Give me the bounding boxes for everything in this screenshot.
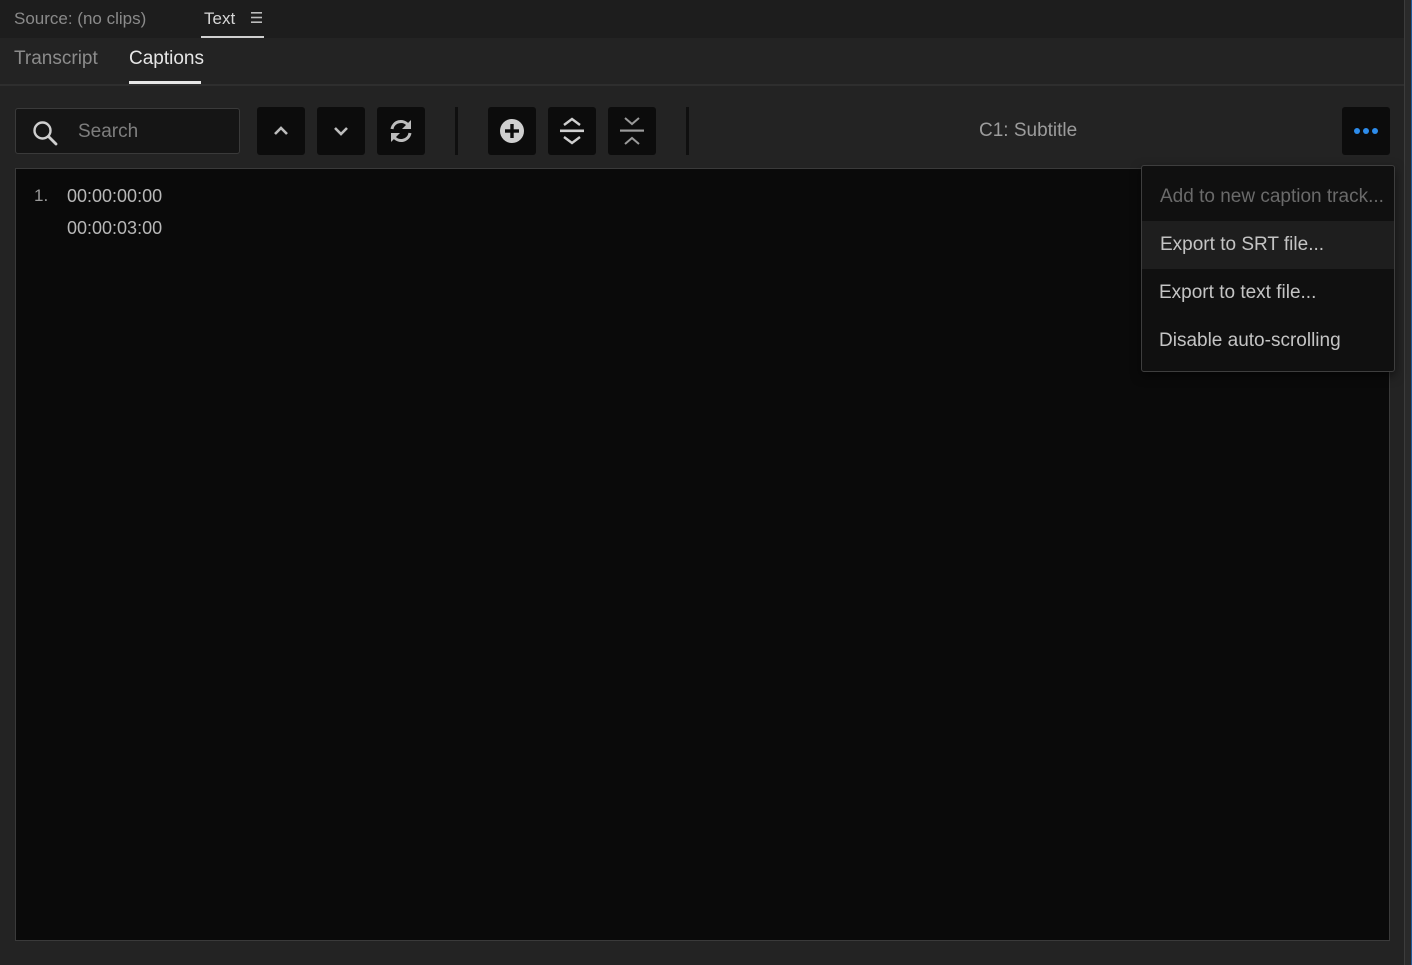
caption-in-timecode[interactable]: 00:00:00:00	[67, 186, 162, 207]
toolbar-divider	[455, 107, 458, 155]
tab-text-label: Text	[204, 9, 236, 28]
next-button[interactable]	[317, 107, 365, 155]
menu-item-disable-auto-scrolling[interactable]: Disable auto-scrolling	[1142, 317, 1394, 365]
search-box[interactable]	[15, 108, 240, 154]
panel-right-edge	[1404, 0, 1412, 965]
chevron-down-icon	[334, 127, 348, 136]
tab-transcript[interactable]: Transcript	[14, 48, 98, 70]
subtab-bar: Transcript Captions	[0, 38, 1404, 86]
more-options-menu: Add to new caption track... Export to SR…	[1141, 165, 1395, 372]
refresh-button[interactable]	[377, 107, 425, 155]
add-caption-icon	[500, 119, 524, 143]
tab-source-monitor[interactable]: Source: (no clips)	[14, 9, 146, 29]
more-options-button[interactable]	[1342, 107, 1390, 155]
active-tab-indicator	[129, 81, 201, 84]
ellipsis-icon	[1354, 128, 1378, 134]
panel-menu-icon[interactable]	[251, 12, 262, 23]
caption-out-timecode[interactable]: 00:00:03:00	[67, 218, 162, 239]
caption-track-label[interactable]: C1: Subtitle	[979, 120, 1077, 142]
panel-tab-bar: Source: (no clips) Text	[0, 0, 1404, 38]
menu-item-export-srt[interactable]: Export to SRT file...	[1142, 221, 1394, 269]
search-input[interactable]	[76, 117, 230, 147]
chevron-up-icon	[274, 126, 288, 135]
expand-icon	[560, 117, 584, 145]
menu-item-add-to-new-caption-track: Add to new caption track...	[1160, 186, 1384, 207]
toolbar-divider	[686, 107, 689, 155]
refresh-icon	[390, 120, 412, 142]
search-icon	[33, 121, 58, 146]
tab-text[interactable]: Text	[201, 0, 264, 38]
expand-button[interactable]	[548, 107, 596, 155]
caption-index: 1.	[34, 186, 49, 205]
tab-captions[interactable]: Captions	[129, 48, 204, 70]
add-caption-button[interactable]	[488, 107, 536, 155]
previous-button[interactable]	[257, 107, 305, 155]
collapse-button[interactable]	[608, 107, 656, 155]
collapse-icon	[620, 117, 644, 145]
menu-item-export-text[interactable]: Export to text file...	[1142, 269, 1394, 317]
